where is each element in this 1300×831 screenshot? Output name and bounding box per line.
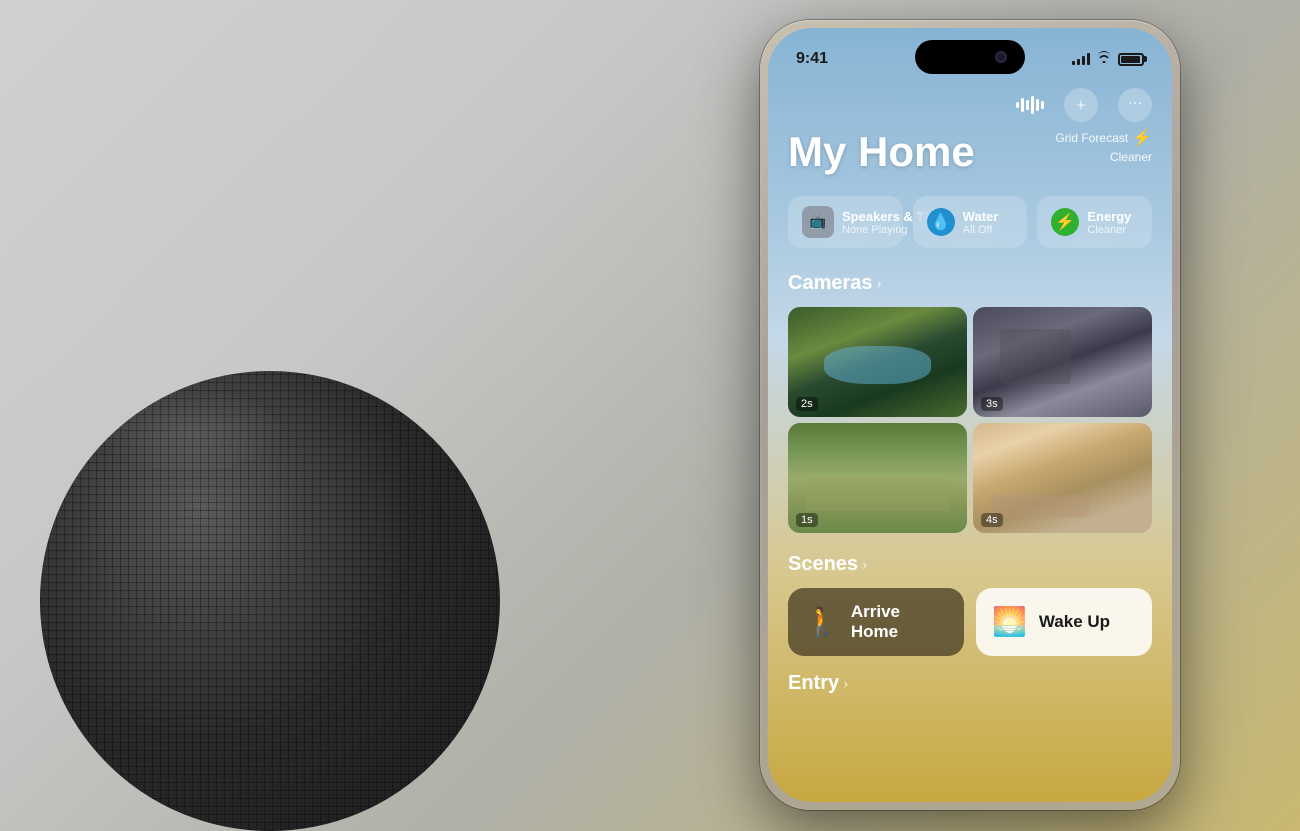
energy-icon: ⚡: [1055, 212, 1075, 232]
wave-bar-5: [1036, 99, 1039, 111]
camera-cell-2[interactable]: 3s: [973, 307, 1152, 417]
cameras-chevron-icon: ›: [877, 275, 882, 293]
battery-icon: [1118, 53, 1144, 66]
speakers-icon-box: 📺: [802, 206, 834, 238]
signal-bar-3: [1082, 56, 1085, 65]
homepod-highlight: [100, 391, 280, 471]
entry-section-header[interactable]: Entry ›: [788, 672, 1152, 695]
grid-forecast-line2: Cleaner: [1110, 150, 1152, 164]
speakers-pill[interactable]: 📺 Speakers & TVs None Playing: [788, 196, 903, 248]
camera-label-2: 3s: [981, 397, 1003, 411]
grid-forecast[interactable]: Grid Forecast ⚡ Cleaner: [1055, 128, 1152, 164]
water-icon-wrapper: 💧: [927, 208, 955, 236]
scenes-section-header[interactable]: Scenes ›: [788, 553, 1152, 576]
water-pill[interactable]: 💧 Water All Off: [913, 196, 1028, 248]
signal-bar-2: [1077, 59, 1080, 65]
wifi-icon: [1096, 51, 1112, 68]
front-camera: [995, 51, 1007, 63]
scenes-title: Scenes: [788, 553, 858, 576]
iphone-screen: 9:41: [768, 28, 1172, 802]
arrive-home-card[interactable]: 🚶 Arrive Home: [788, 588, 964, 656]
tv-icon: 📺: [809, 214, 826, 231]
camera-label-3: 1s: [796, 513, 818, 527]
energy-icon-wrapper: ⚡: [1051, 208, 1079, 236]
energy-title: Energy: [1087, 209, 1131, 224]
wave-bar-3: [1026, 100, 1029, 110]
camera-label-4: 4s: [981, 513, 1003, 527]
entry-chevron-icon: ›: [843, 675, 848, 693]
add-button[interactable]: +: [1064, 88, 1098, 122]
entry-section: Entry ›: [788, 672, 1152, 695]
battery-fill: [1121, 56, 1140, 63]
wave-bar-1: [1016, 102, 1019, 108]
camera-cell-1[interactable]: 2s: [788, 307, 967, 417]
content-area: My Home Grid Forecast ⚡ Cleaner 📺: [768, 128, 1172, 802]
energy-bolt-icon: ⚡: [1132, 128, 1152, 148]
wake-up-icon: 🌅: [992, 605, 1027, 639]
scenes-row: 🚶 Arrive Home 🌅 Wake Up: [788, 588, 1152, 656]
energy-pill[interactable]: ⚡ Energy Cleaner: [1037, 196, 1152, 248]
water-drop-icon: 💧: [931, 212, 951, 232]
wake-up-card[interactable]: 🌅 Wake Up: [976, 588, 1152, 656]
arrive-home-icon: 🚶: [804, 605, 839, 639]
grid-forecast-row: Grid Forecast ⚡: [1055, 128, 1152, 148]
camera-cell-3[interactable]: 1s: [788, 423, 967, 533]
camera-grid: 2s 3s 1s 4s: [788, 307, 1152, 533]
water-title: Water: [963, 209, 999, 224]
more-button[interactable]: ···: [1118, 88, 1152, 122]
status-pills: 📺 Speakers & TVs None Playing 💧 Water Al…: [788, 196, 1152, 248]
water-text: Water All Off: [963, 209, 999, 236]
camera-cell-4[interactable]: 4s: [973, 423, 1152, 533]
scenes-chevron-icon: ›: [862, 556, 867, 574]
cameras-section-header[interactable]: Cameras ›: [788, 272, 1152, 295]
waveform-icon[interactable]: [1016, 96, 1044, 114]
homepod-body: [40, 371, 500, 831]
status-icons: [1072, 51, 1144, 68]
entry-title: Entry: [788, 672, 839, 695]
wave-bar-4: [1031, 96, 1034, 114]
camera-label-1: 2s: [796, 397, 818, 411]
scenes-section: Scenes › 🚶 Arrive Home 🌅 Wake Up: [788, 553, 1152, 656]
homepod-device: [0, 271, 580, 831]
grid-forecast-line1: Grid Forecast: [1055, 131, 1128, 145]
iphone-device: 9:41: [760, 20, 1180, 810]
energy-text: Energy Cleaner: [1087, 209, 1131, 236]
signal-bar-4: [1087, 53, 1090, 65]
header-row: My Home Grid Forecast ⚡ Cleaner: [788, 128, 1152, 176]
signal-icon: [1072, 53, 1090, 65]
signal-bar-1: [1072, 61, 1075, 65]
status-time: 9:41: [796, 50, 828, 68]
dynamic-island: [915, 40, 1025, 74]
wave-bar-2: [1021, 98, 1024, 112]
cameras-title: Cameras: [788, 272, 873, 295]
wave-bar-6: [1041, 101, 1044, 109]
wake-up-label: Wake Up: [1039, 612, 1110, 632]
energy-subtitle: Cleaner: [1087, 224, 1131, 236]
top-actions: + ···: [1016, 88, 1152, 122]
home-title: My Home: [788, 128, 975, 176]
water-subtitle: All Off: [963, 224, 999, 236]
arrive-home-label: Arrive Home: [851, 602, 948, 642]
